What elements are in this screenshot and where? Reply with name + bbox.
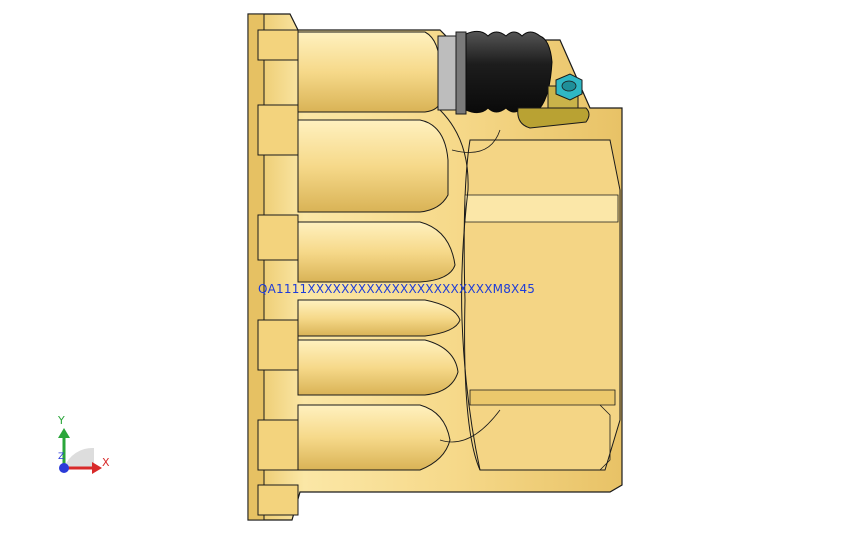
housing-cylinder — [463, 139, 621, 471]
coordinate-triad — [58, 428, 102, 474]
cylinder-band — [464, 194, 619, 223]
triad-base-arc — [64, 447, 94, 468]
cad-viewport[interactable] — [0, 0, 867, 533]
triad-z-axis — [59, 463, 69, 473]
cylinder-band-lower — [469, 389, 616, 406]
model-canvas[interactable] — [0, 0, 867, 533]
axis-z-label: Z — [58, 452, 65, 462]
dimension-annotation: QA1111XXXXXXXXXXXXXXXXXXXXXXM8X45 — [258, 282, 536, 296]
axis-x-label: X — [102, 456, 110, 469]
axis-y-label: Y — [58, 414, 65, 427]
bellows-boot — [437, 30, 553, 115]
